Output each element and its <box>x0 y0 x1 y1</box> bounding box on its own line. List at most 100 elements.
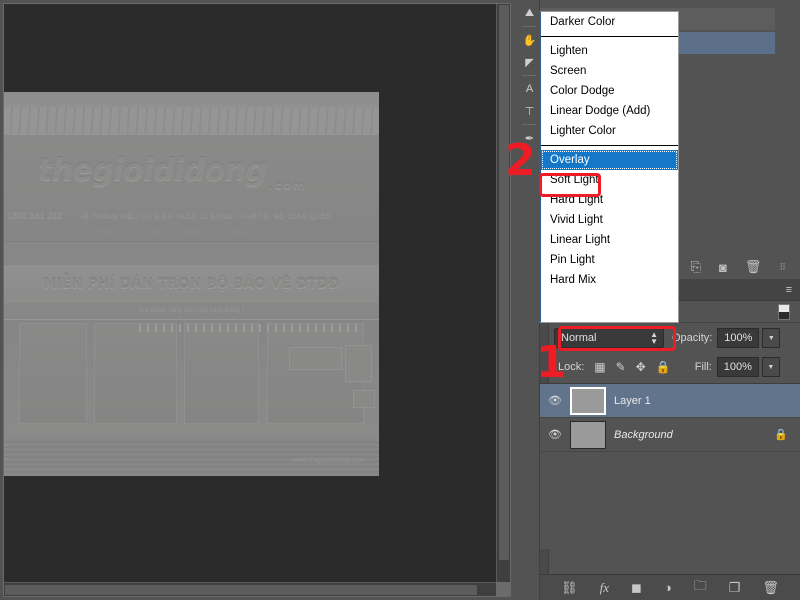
image-window-pane <box>184 323 259 424</box>
image-string-lights <box>139 324 357 332</box>
image-window-pane <box>19 323 87 424</box>
menu-divider <box>541 145 678 146</box>
lock-position-icon[interactable]: ✥ <box>636 360 646 374</box>
add-layer-mask-icon[interactable]: ◼ <box>631 580 642 596</box>
layer-style-fx-icon[interactable]: fx <box>600 580 609 596</box>
lock-icon: 🔒 <box>774 428 788 441</box>
canvas-horizontal-scroll-thumb[interactable] <box>5 585 477 595</box>
history-scrollbar[interactable] <box>775 0 800 160</box>
menu-item-overlay[interactable]: Overlay <box>541 150 678 170</box>
link-layers-icon[interactable]: ⛓ <box>561 580 578 596</box>
image-website-url: www.thegioididong.com <box>293 457 364 463</box>
canvas-image[interactable]: thegioididong .com 1800 861 282 HỆ THỐNG… <box>4 92 379 476</box>
opacity-value[interactable]: 100% <box>717 328 759 348</box>
blend-mode-select[interactable]: Normal ▲▼ <box>554 328 664 348</box>
image-category: LAPTOP <box>138 230 160 236</box>
new-layer-icon[interactable]: ❐ <box>729 580 741 596</box>
lock-all-icon[interactable]: 🔒 <box>656 360 671 374</box>
zoom-tool-icon: ⛰ <box>525 7 534 20</box>
menu-item-linear-dodge-add[interactable]: Linear Dodge (Add) <box>541 101 678 121</box>
document-window: thegioididong .com 1800 861 282 HỆ THỐNG… <box>3 3 511 597</box>
new-document-from-state-icon[interactable]: ⎘ <box>691 259 701 275</box>
image-window-pane <box>94 323 177 424</box>
gradient-tool-button[interactable]: ◤ <box>519 51 540 73</box>
lock-row: Lock: ▦ ✎ ✥ 🔒 Fill: 100% ▼ <box>540 354 800 380</box>
menu-item-darker-color[interactable]: Darker Color <box>541 12 678 32</box>
tool-divider <box>522 75 536 76</box>
photoshop-window: thegioididong .com 1800 861 282 HỆ THỐNG… <box>0 0 800 600</box>
table-row[interactable]: 👁 Layer 1 <box>540 384 800 418</box>
menu-item-hard-mix[interactable]: Hard Mix <box>541 270 678 290</box>
opacity-dropdown-arrow-icon[interactable]: ▼ <box>762 328 780 348</box>
layer-name-label: Background <box>614 429 774 441</box>
zoom-tool-button[interactable]: ⛰ <box>519 2 540 24</box>
new-group-icon[interactable]: 🗀 <box>694 577 707 599</box>
tool-divider <box>522 26 536 27</box>
image-category: PHONE <box>94 230 114 236</box>
path-selection-tool-button[interactable]: ⊤ <box>519 100 540 122</box>
type-tool-button[interactable]: A <box>519 78 540 100</box>
opacity-label: Opacity: <box>672 332 712 344</box>
image-poster <box>289 347 342 370</box>
tool-strip: ⛰ ✋ ◤ A ⊤ ✒ <box>519 0 540 600</box>
menu-item-linear-light[interactable]: Linear Light <box>541 230 678 250</box>
hand-tool-icon: ✋ <box>523 34 537 47</box>
image-category: APPLE <box>184 230 202 236</box>
layers-list: 👁 Layer 1 👁 Background 🔒 <box>540 383 800 549</box>
image-shopfront <box>4 319 379 446</box>
path-selection-tool-icon: ⊤ <box>525 105 535 118</box>
canvas-vertical-scroll-thumb[interactable] <box>499 5 509 560</box>
hand-tool-button[interactable]: ✋ <box>519 29 540 51</box>
chevron-updown-icon: ▲▼ <box>650 331 658 345</box>
menu-item-pin-light[interactable]: Pin Light <box>541 250 678 270</box>
create-snapshot-icon[interactable]: ◙ <box>719 260 727 275</box>
layer-thumbnail[interactable] <box>570 387 606 415</box>
menu-item-lighten[interactable]: Lighten <box>541 41 678 61</box>
image-brand-logo: thegioididong .com <box>38 146 346 196</box>
image-category: CAMERA <box>227 230 251 236</box>
image-brand-logo-suffix: .com <box>269 179 307 192</box>
layer-thumbnail[interactable] <box>570 421 606 449</box>
menu-item-hard-light[interactable]: Hard Light <box>541 190 678 210</box>
delete-state-icon[interactable]: 🗑 <box>745 259 762 275</box>
image-poster <box>345 345 371 383</box>
tool-divider <box>522 124 536 125</box>
gradient-tool-icon: ◤ <box>525 56 533 69</box>
lock-transparent-pixels-icon[interactable]: ▦ <box>594 360 605 374</box>
menu-item-soft-light[interactable]: Soft Light <box>541 170 678 190</box>
filter-toggle-switch[interactable] <box>778 304 790 320</box>
type-tool-icon: A <box>526 83 533 95</box>
layers-bottom-toolbar: ⛓ fx ◼ ◑ 🗀 ❐ 🗑 <box>540 574 800 600</box>
menu-item-vivid-light[interactable]: Vivid Light <box>541 210 678 230</box>
image-promo-text: MIỄN PHÍ DÁN TRỌN BỘ BẢO VỆ ĐTDĐ <box>43 276 340 292</box>
table-row[interactable]: 👁 Background 🔒 <box>540 418 800 452</box>
layer-visibility-eye-icon[interactable]: 👁 <box>540 428 570 441</box>
canvas-viewport[interactable]: thegioididong .com 1800 861 282 HỆ THỐNG… <box>4 4 496 582</box>
canvas-vertical-scrollbar[interactable] <box>496 4 510 582</box>
lock-image-pixels-icon[interactable]: ✎ <box>616 360 626 374</box>
fill-label: Fill: <box>695 361 712 373</box>
annotation-step-two: 2 <box>505 139 536 183</box>
canvas-resize-grip[interactable] <box>496 582 510 596</box>
resize-grip-icon[interactable]: ⠿ <box>779 262 786 273</box>
image-category-strip: PHONE LAPTOP APPLE CAMERA <box>94 230 364 236</box>
blend-mode-dropdown-menu[interactable]: Darker Color Lighten Screen Color Dodge … <box>539 11 679 323</box>
menu-item-screen[interactable]: Screen <box>541 61 678 81</box>
panel-menu-icon[interactable]: ≡ <box>778 279 800 300</box>
image-promo-banner: MIỄN PHÍ DÁN TRỌN BỘ BẢO VỆ ĐTDĐ <box>4 265 379 303</box>
image-poster <box>353 390 376 408</box>
annotation-step-one: 1 <box>536 341 567 385</box>
image-brand-logo-text: thegioididong <box>38 153 267 188</box>
blend-mode-row: Normal ▲▼ Opacity: 100% ▼ <box>540 325 800 351</box>
fill-value[interactable]: 100% <box>717 357 759 377</box>
layer-visibility-eye-icon[interactable]: 👁 <box>540 394 570 407</box>
menu-item-lighter-color[interactable]: Lighter Color <box>541 121 678 141</box>
document-work-area: thegioididong .com 1800 861 282 HỆ THỐNG… <box>0 0 519 600</box>
menu-divider <box>541 36 678 37</box>
delete-layer-icon[interactable]: 🗑 <box>762 580 779 596</box>
image-tagline: HỆ THỐNG SIÊU THỊ ĐIỆN THOẠI DI ĐỘNG - T… <box>79 213 372 220</box>
new-adjustment-layer-icon[interactable]: ◑ <box>664 580 672 595</box>
fill-dropdown-arrow-icon[interactable]: ▼ <box>762 357 780 377</box>
canvas-horizontal-scrollbar[interactable] <box>4 582 496 596</box>
menu-item-color-dodge[interactable]: Color Dodge <box>541 81 678 101</box>
